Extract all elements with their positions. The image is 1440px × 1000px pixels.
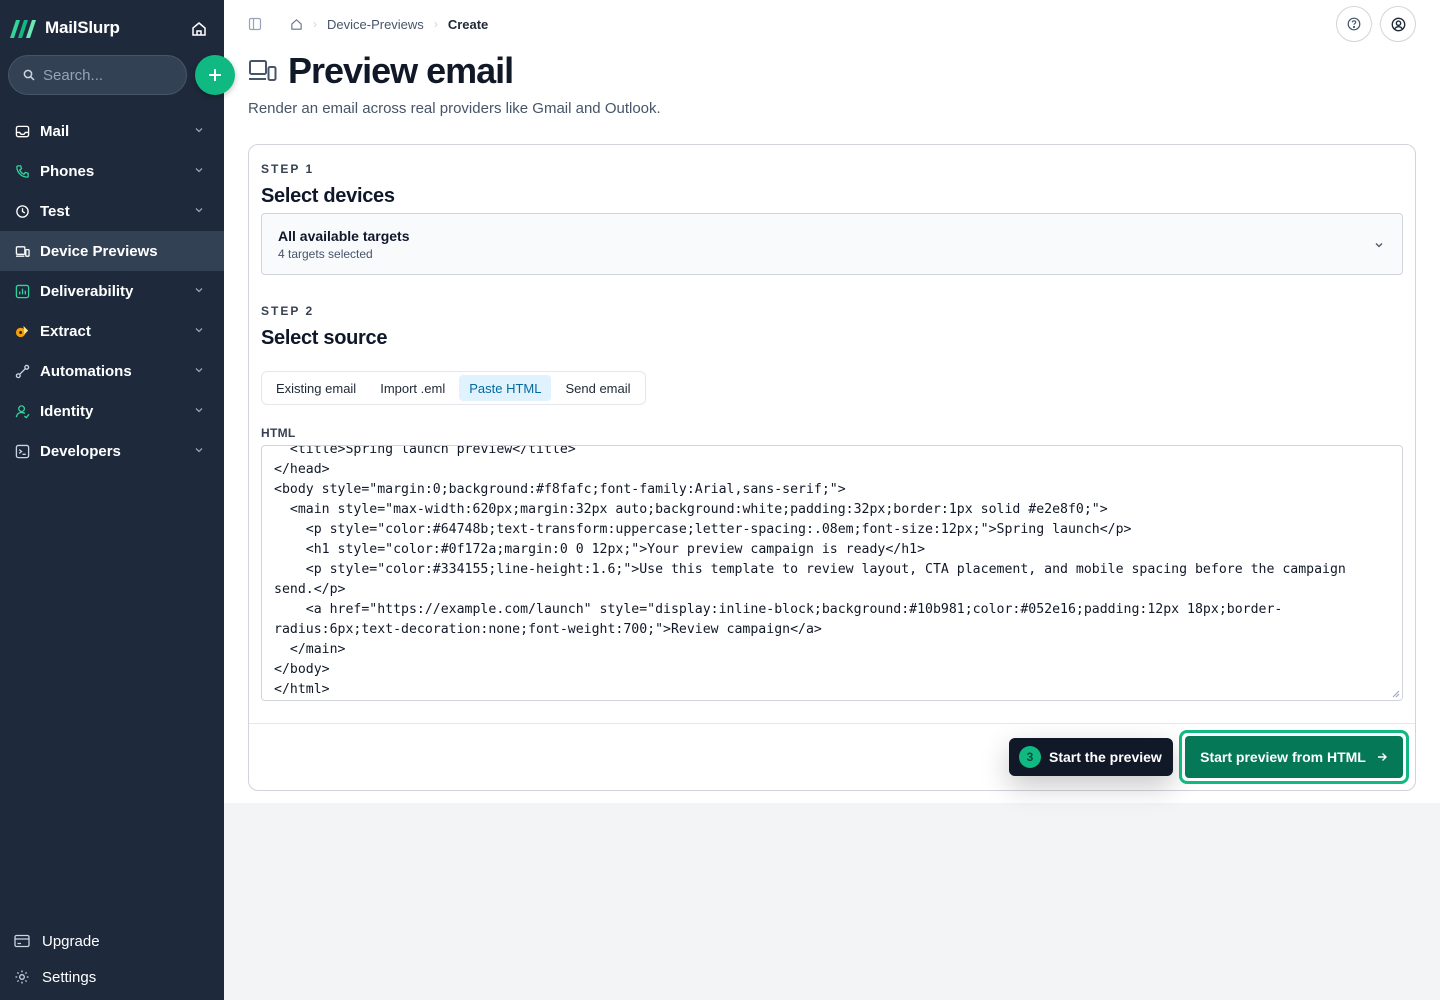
sidebar-item-label: Upgrade (42, 932, 100, 950)
chevron-down-icon (195, 128, 203, 133)
extract-icon (14, 323, 30, 339)
step-2-label: STEP 2 (261, 304, 315, 318)
card-footer-divider (249, 723, 1415, 724)
devices-icon (249, 60, 277, 81)
chevron-down-icon (195, 168, 203, 173)
search-input[interactable] (43, 66, 173, 84)
sidebar-item-label: Identity (40, 402, 94, 420)
mailslurp-logo-icon (10, 20, 36, 38)
sidebar-item-identity[interactable]: Identity (0, 391, 224, 431)
sidebar-item-label: Mail (40, 122, 70, 140)
breadcrumb-separator: › (433, 17, 438, 31)
add-button[interactable] (195, 55, 235, 95)
sidebar-item-label: Automations (40, 362, 132, 380)
clock-icon (14, 203, 30, 219)
identity-icon (14, 403, 30, 419)
user-icon (1391, 17, 1405, 31)
chevron-down-icon (195, 208, 203, 213)
home-icon[interactable] (290, 18, 303, 31)
chevron-down-icon (195, 368, 203, 373)
breadcrumb-section[interactable]: Device-Previews (327, 17, 424, 32)
search-icon (23, 69, 35, 81)
help-button[interactable] (1336, 6, 1372, 42)
select-value: All available targets (278, 228, 410, 244)
primary-button-highlight: Start preview from HTML (1179, 730, 1409, 784)
page-subtitle: Render an email across real providers li… (248, 100, 661, 117)
sidebar-item-label: Test (40, 202, 70, 220)
sidebar-item-upgrade[interactable]: Upgrade (14, 929, 100, 953)
breadcrumb-separator: › (313, 17, 317, 31)
resize-handle-icon[interactable] (1392, 690, 1400, 698)
sidebar-item-label: Phones (40, 162, 95, 180)
page-title: Preview email (288, 50, 514, 91)
chevron-down-icon (1375, 243, 1383, 248)
account-button[interactable] (1380, 6, 1416, 42)
sidebar-item-automations[interactable]: Automations (0, 351, 224, 391)
sidebar-item-settings[interactable]: Settings (14, 965, 96, 989)
sidebar-item-label: Developers (40, 442, 121, 460)
html-textarea[interactable] (262, 446, 1402, 700)
tab-import-eml[interactable]: Import .eml (370, 375, 455, 401)
select-subtext: 4 targets selected (278, 247, 373, 261)
step-1-label: STEP 1 (261, 162, 315, 176)
step-1-title: Select devices (261, 185, 395, 207)
source-tabs: Existing email Import .eml Paste HTML Se… (261, 371, 646, 405)
breadcrumb: › Device-Previews › Create (248, 12, 488, 36)
chevron-down-icon (195, 288, 203, 293)
gear-icon (15, 970, 29, 984)
sidebar-item-developers[interactable]: Developers (0, 431, 224, 471)
step-2-title: Select source (261, 327, 388, 349)
phone-icon (14, 163, 30, 179)
preview-form-card: STEP 1 Select devices All available targ… (248, 144, 1416, 791)
automation-icon (14, 363, 30, 379)
chevron-down-icon (195, 448, 203, 453)
tour-step-text: Start the preview (1049, 749, 1162, 765)
arrow-right-icon (1377, 753, 1387, 761)
sidebar-item-extract[interactable]: Extract (0, 311, 224, 351)
main-content: › Device-Previews › Create Preview email… (224, 0, 1440, 1000)
chevron-down-icon (195, 328, 203, 333)
sidebar-item-label: Settings (42, 968, 97, 986)
sidebar-nav: Mail Phones Test Device Previews Deliver… (0, 111, 224, 471)
html-field-label: HTML (261, 426, 296, 440)
tab-existing-email[interactable]: Existing email (266, 375, 366, 401)
plus-icon (209, 69, 221, 81)
start-preview-label: Start preview from HTML (1200, 749, 1366, 765)
device-target-select[interactable]: All available targets 4 targets selected (261, 213, 1403, 275)
sidebar-item-deliverability[interactable]: Deliverability (0, 271, 224, 311)
brand[interactable]: MailSlurp (9, 14, 120, 42)
tab-paste-html[interactable]: Paste HTML (459, 375, 552, 401)
home-button[interactable] (188, 18, 210, 40)
sidebar-item-phones[interactable]: Phones (0, 151, 224, 191)
search-box[interactable] (8, 55, 187, 95)
tour-tooltip: 3 Start the preview (1009, 738, 1173, 776)
terminal-icon (14, 443, 30, 459)
sidebar-item-label: Device Previews (40, 242, 158, 260)
sidebar-item-test[interactable]: Test (0, 191, 224, 231)
sidebar-item-label: Deliverability (40, 282, 134, 300)
sidebar-item-label: Extract (40, 322, 91, 340)
page-header: Preview email (248, 50, 514, 92)
inbox-icon (14, 123, 30, 139)
tab-send-email[interactable]: Send email (555, 375, 640, 401)
chevron-down-icon (195, 408, 203, 413)
sidebar-item-mail[interactable]: Mail (0, 111, 224, 151)
html-editor (261, 445, 1403, 701)
help-icon (1347, 17, 1361, 31)
tour-step-number: 3 (1019, 746, 1041, 768)
devices-icon (14, 243, 30, 259)
card-icon (14, 934, 30, 948)
app-name: MailSlurp (45, 18, 120, 37)
chart-icon (14, 283, 30, 299)
start-preview-button[interactable]: Start preview from HTML (1185, 736, 1403, 778)
home-icon (192, 22, 206, 36)
sidebar-toggle-icon[interactable] (248, 17, 262, 31)
sidebar-item-device-previews[interactable]: Device Previews (0, 231, 224, 271)
sidebar: MailSlurp Mail Phones Test Device Previe… (0, 0, 235, 1000)
breadcrumb-current: Create (447, 16, 489, 32)
